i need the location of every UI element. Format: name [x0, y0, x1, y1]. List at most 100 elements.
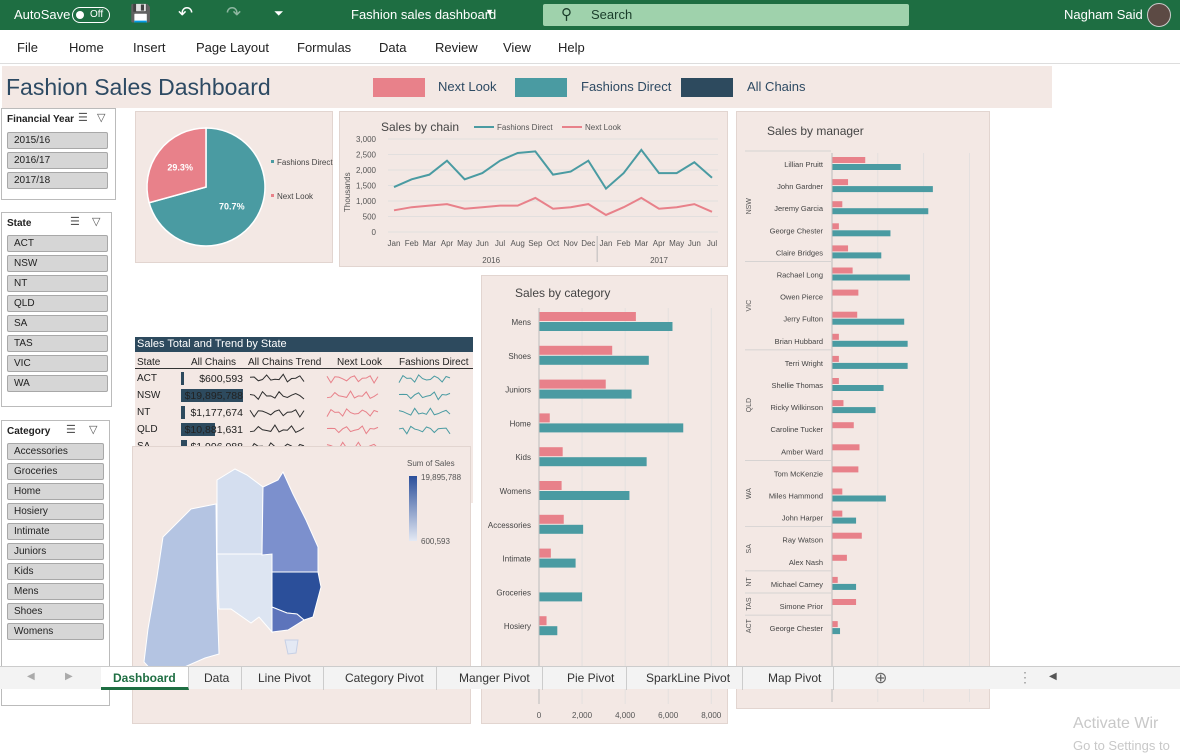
bar-next-look[interactable]: [539, 447, 563, 457]
bar-next-look[interactable]: [832, 245, 849, 252]
bar-fashions-direct[interactable]: [539, 592, 583, 602]
bar-fashions-direct[interactable]: [832, 362, 908, 369]
bar-fashions-direct[interactable]: [832, 407, 876, 414]
pie-chart[interactable]: 70.7% 29.3% Fashions Direct Next Look: [136, 112, 334, 264]
bar-fashions-direct[interactable]: [832, 208, 929, 215]
tab-pie-pivot[interactable]: Pie Pivot: [555, 667, 628, 690]
bar-next-look[interactable]: [539, 345, 613, 355]
sales-by-category-chart[interactable]: Sales by category 0 2,000 4,000 6,000 8,000 M…: [482, 276, 729, 725]
slicer-item-tas[interactable]: TAS: [7, 335, 108, 352]
sales-by-manager-panel[interactable]: Sales by manager 0 2,000 4,000 6,000 Lillian…: [736, 111, 990, 718]
bar-next-look[interactable]: [832, 621, 838, 628]
undo-icon[interactable]: ↶: [178, 3, 193, 24]
bar-next-look[interactable]: [832, 466, 859, 473]
scroll-right-icon[interactable]: ▶: [65, 671, 73, 682]
slicer-financial-year[interactable]: Financial Year ☰ ▽ 2015/16 2016/17 2017/…: [1, 108, 116, 200]
bar-next-look[interactable]: [832, 223, 839, 230]
chevron-down-icon[interactable]: ▼: [485, 7, 494, 17]
menu-file[interactable]: File: [17, 40, 38, 55]
menu-insert[interactable]: Insert: [133, 40, 166, 55]
bar-next-look[interactable]: [832, 378, 839, 384]
menu-review[interactable]: Review: [435, 40, 478, 55]
bar-next-look[interactable]: [539, 312, 636, 321]
tab-sparkline-pivot[interactable]: SparkLine Pivot: [634, 667, 744, 690]
bar-next-look[interactable]: [539, 616, 547, 626]
tab-dashboard[interactable]: Dashboard: [101, 667, 189, 690]
slicer-item-mens[interactable]: Mens: [7, 583, 104, 600]
bar-next-look[interactable]: [832, 444, 860, 451]
slicer-item-nt[interactable]: NT: [7, 275, 108, 292]
slicer-item-womens[interactable]: Womens: [7, 623, 104, 640]
bar-next-look[interactable]: [539, 481, 562, 490]
bar-fashions-direct[interactable]: [539, 423, 684, 433]
bar-next-look[interactable]: [832, 400, 844, 407]
bar-next-look[interactable]: [539, 379, 606, 389]
bar-next-look[interactable]: [832, 201, 843, 208]
slicer-item-qld[interactable]: QLD: [7, 295, 108, 312]
bar-next-look[interactable]: [539, 514, 564, 524]
bar-next-look[interactable]: [832, 333, 839, 340]
bar-fashions-direct[interactable]: [832, 186, 933, 193]
bar-fashions-direct[interactable]: [539, 491, 630, 500]
tab-data[interactable]: Data: [192, 667, 243, 690]
menu-help[interactable]: Help: [558, 40, 585, 55]
bar-next-look[interactable]: [832, 179, 849, 186]
bar-fashions-direct[interactable]: [539, 457, 647, 467]
autosave-toggle[interactable]: Off: [72, 7, 110, 23]
bar-fashions-direct[interactable]: [832, 495, 886, 502]
bar-fashions-direct[interactable]: [832, 517, 857, 524]
bar-fashions-direct[interactable]: [539, 355, 649, 365]
slicer-item-wa[interactable]: WA: [7, 375, 108, 392]
user-name[interactable]: Nagham Said: [1064, 7, 1143, 22]
bar-fashions-direct[interactable]: [832, 274, 910, 281]
add-sheet-icon[interactable]: ⊕: [874, 668, 887, 688]
map-region-nt[interactable]: [216, 468, 264, 556]
bar-fashions-direct[interactable]: [832, 318, 905, 325]
sales-by-category-panel[interactable]: Sales by category 0 2,000 4,000 6,000 8,000 M…: [481, 275, 728, 724]
clear-filter-icon[interactable]: ▽: [92, 215, 100, 228]
tab-category-pivot[interactable]: Category Pivot: [333, 667, 437, 690]
bar-fashions-direct[interactable]: [539, 558, 576, 568]
line-series-next-look[interactable]: [393, 196, 713, 217]
slicer-item-2017-18[interactable]: 2017/18: [7, 172, 108, 189]
map-region-sa[interactable]: [216, 553, 273, 634]
bar-fashions-direct[interactable]: [832, 385, 884, 391]
bar-fashions-direct[interactable]: [832, 230, 891, 237]
tab-map-pivot[interactable]: Map Pivot: [756, 667, 835, 690]
map-region-wa[interactable]: [143, 503, 220, 675]
bar-fashions-direct[interactable]: [832, 164, 901, 170]
bar-next-look[interactable]: [832, 599, 857, 605]
menu-home[interactable]: Home: [69, 40, 104, 55]
slicer-item-kids[interactable]: Kids: [7, 563, 104, 580]
multi-select-icon[interactable]: ☰: [70, 215, 80, 228]
bar-next-look[interactable]: [539, 413, 550, 423]
bar-next-look[interactable]: [832, 355, 839, 362]
slicer-item-groceries[interactable]: Groceries: [7, 463, 104, 480]
clear-filter-icon[interactable]: ▽: [89, 423, 97, 436]
bar-fashions-direct[interactable]: [539, 626, 558, 636]
bar-fashions-direct[interactable]: [832, 252, 882, 259]
map-region-tas[interactable]: [284, 639, 299, 655]
bar-next-look[interactable]: [832, 532, 862, 539]
multi-select-icon[interactable]: ☰: [66, 423, 76, 436]
clear-filter-icon[interactable]: ▽: [97, 111, 105, 124]
bar-fashions-direct[interactable]: [832, 583, 857, 590]
slicer-item-sa[interactable]: SA: [7, 315, 108, 332]
save-icon[interactable]: 💾: [130, 4, 151, 24]
tab-manger-pivot[interactable]: Manger Pivot: [447, 667, 543, 690]
slicer-item-nsw[interactable]: NSW: [7, 255, 108, 272]
bar-fashions-direct[interactable]: [539, 524, 584, 534]
slicer-state[interactable]: State ☰ ▽ ACT NSW NT QLD SA TAS VIC WA: [1, 212, 112, 407]
bar-next-look[interactable]: [832, 510, 843, 517]
bar-next-look[interactable]: [832, 311, 858, 318]
bar-next-look[interactable]: [832, 289, 859, 296]
bar-fashions-direct[interactable]: [832, 628, 841, 635]
sales-by-chain-chart[interactable]: Sales by chain Fashions Direct Next Look…: [340, 112, 729, 268]
menu-formulas[interactable]: Formulas: [297, 40, 351, 55]
customize-qat-icon[interactable]: ⏷: [274, 6, 284, 21]
worksheet[interactable]: Fashion Sales Dashboard Next Look Fashio…: [0, 64, 1180, 753]
file-title[interactable]: Fashion sales dashboard: [351, 7, 496, 22]
slicer-item-juniors[interactable]: Juniors: [7, 543, 104, 560]
scroll-left-icon[interactable]: ◀: [27, 671, 35, 682]
bar-fashions-direct[interactable]: [832, 340, 908, 347]
